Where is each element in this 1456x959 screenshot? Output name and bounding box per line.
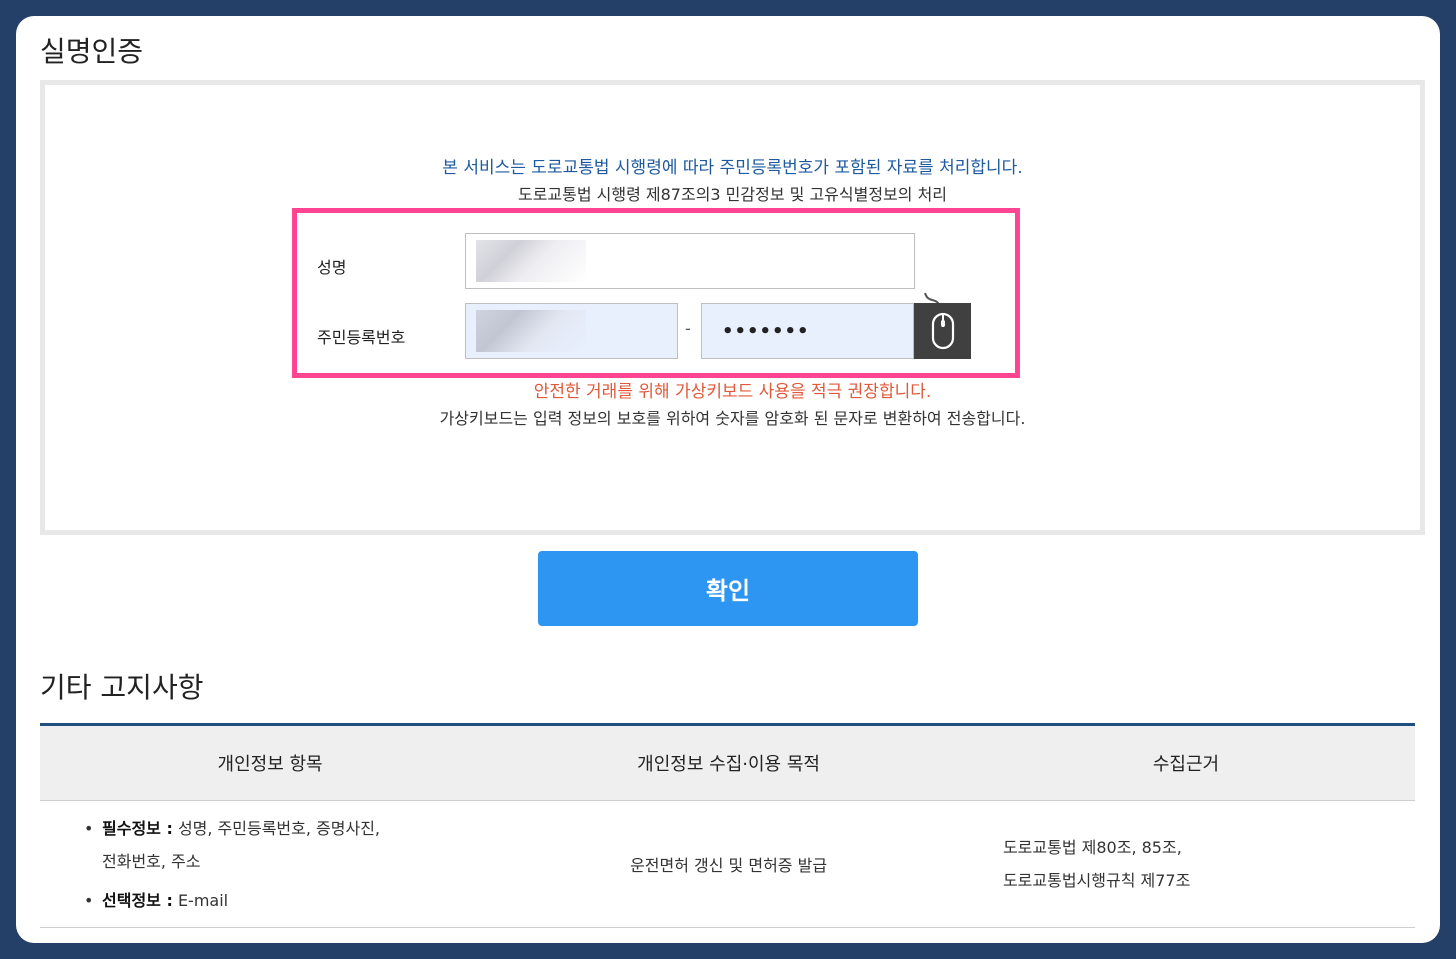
mouse-icon <box>931 312 954 350</box>
basis-line-1: 도로교통법 제80조, 85조, <box>1002 838 1182 857</box>
keypad-recommendation: 안전한 거래를 위해 가상키보드 사용을 적극 권장합니다. <box>533 382 932 402</box>
notice-section-title: 기타 고지사항 <box>40 671 204 704</box>
items-cell: 필수정보 : 성명, 주민등록번호, 증명사진, 전화번호, 주소 선택정보 :… <box>40 800 501 928</box>
list-item-required: 필수정보 : 성명, 주민등록번호, 증명사진, 전화번호, 주소 <box>84 812 499 878</box>
required-items: 성명, 주민등록번호, 증명사진, <box>172 818 381 838</box>
rrn-separator: - <box>685 319 691 338</box>
page-card: 실명인증 본 서비스는 도로교통법 시행령에 따라 주민등록번호가 포함된 자료… <box>16 16 1440 943</box>
table-header-row: 개인정보 항목 개인정보 수집·이용 목적 수집근거 <box>40 724 1415 801</box>
column-header-items: 개인정보 항목 <box>40 724 501 801</box>
required-label: 필수정보 : <box>102 818 173 838</box>
name-input[interactable] <box>465 233 915 289</box>
rrn-label: 주민등록번호 <box>317 328 406 347</box>
virtual-keypad-button[interactable] <box>914 303 971 359</box>
table-row: 필수정보 : 성명, 주민등록번호, 증명사진, 전화번호, 주소 선택정보 :… <box>40 800 1415 928</box>
service-notice: 본 서비스는 도로교통법 시행령에 따라 주민등록번호가 포함된 자료를 처리합… <box>442 158 1023 178</box>
name-label: 성명 <box>317 258 347 277</box>
basis-line-2: 도로교통법시행규칙 제77조 <box>1002 871 1191 890</box>
rrn-back-input[interactable]: ••••••• <box>701 303 914 359</box>
auth-box: 본 서비스는 도로교통법 시행령에 따라 주민등록번호가 포함된 자료를 처리합… <box>40 80 1425 535</box>
auth-section-title: 실명인증 <box>40 35 144 68</box>
column-header-basis: 수집근거 <box>956 724 1415 801</box>
required-items-cont: 전화번호, 주소 <box>102 851 201 871</box>
optional-items: E-mail <box>172 890 229 910</box>
name-redaction-mask <box>476 240 586 282</box>
privacy-notice-table: 개인정보 항목 개인정보 수집·이용 목적 수집근거 필수정보 : 성명, 주민… <box>40 723 1415 928</box>
column-header-purpose: 개인정보 수집·이용 목적 <box>500 724 957 801</box>
basis-cell: 도로교통법 제80조, 85조, 도로교통법시행규칙 제77조 <box>956 800 1415 928</box>
list-item-optional: 선택정보 : E-mail <box>84 884 499 917</box>
info-items-list: 필수정보 : 성명, 주민등록번호, 증명사진, 전화번호, 주소 선택정보 :… <box>84 812 499 917</box>
purpose-cell: 운전면허 갱신 및 면허증 발급 <box>500 800 957 928</box>
legal-basis-notice: 도로교통법 시행령 제87조의3 민감정보 및 고유식별정보의 처리 <box>517 185 948 204</box>
keypad-encryption-notice: 가상키보드는 입력 정보의 보호를 위하여 숫자를 암호화 된 문자로 변환하여… <box>439 409 1026 428</box>
input-highlight-frame: 성명 주민등록번호 - ••••••• <box>292 208 1020 378</box>
optional-label: 선택정보 : <box>102 890 173 910</box>
rrn-front-input[interactable] <box>465 303 678 359</box>
confirm-button[interactable]: 확인 <box>538 551 918 626</box>
rrn-redaction-mask <box>476 310 586 352</box>
